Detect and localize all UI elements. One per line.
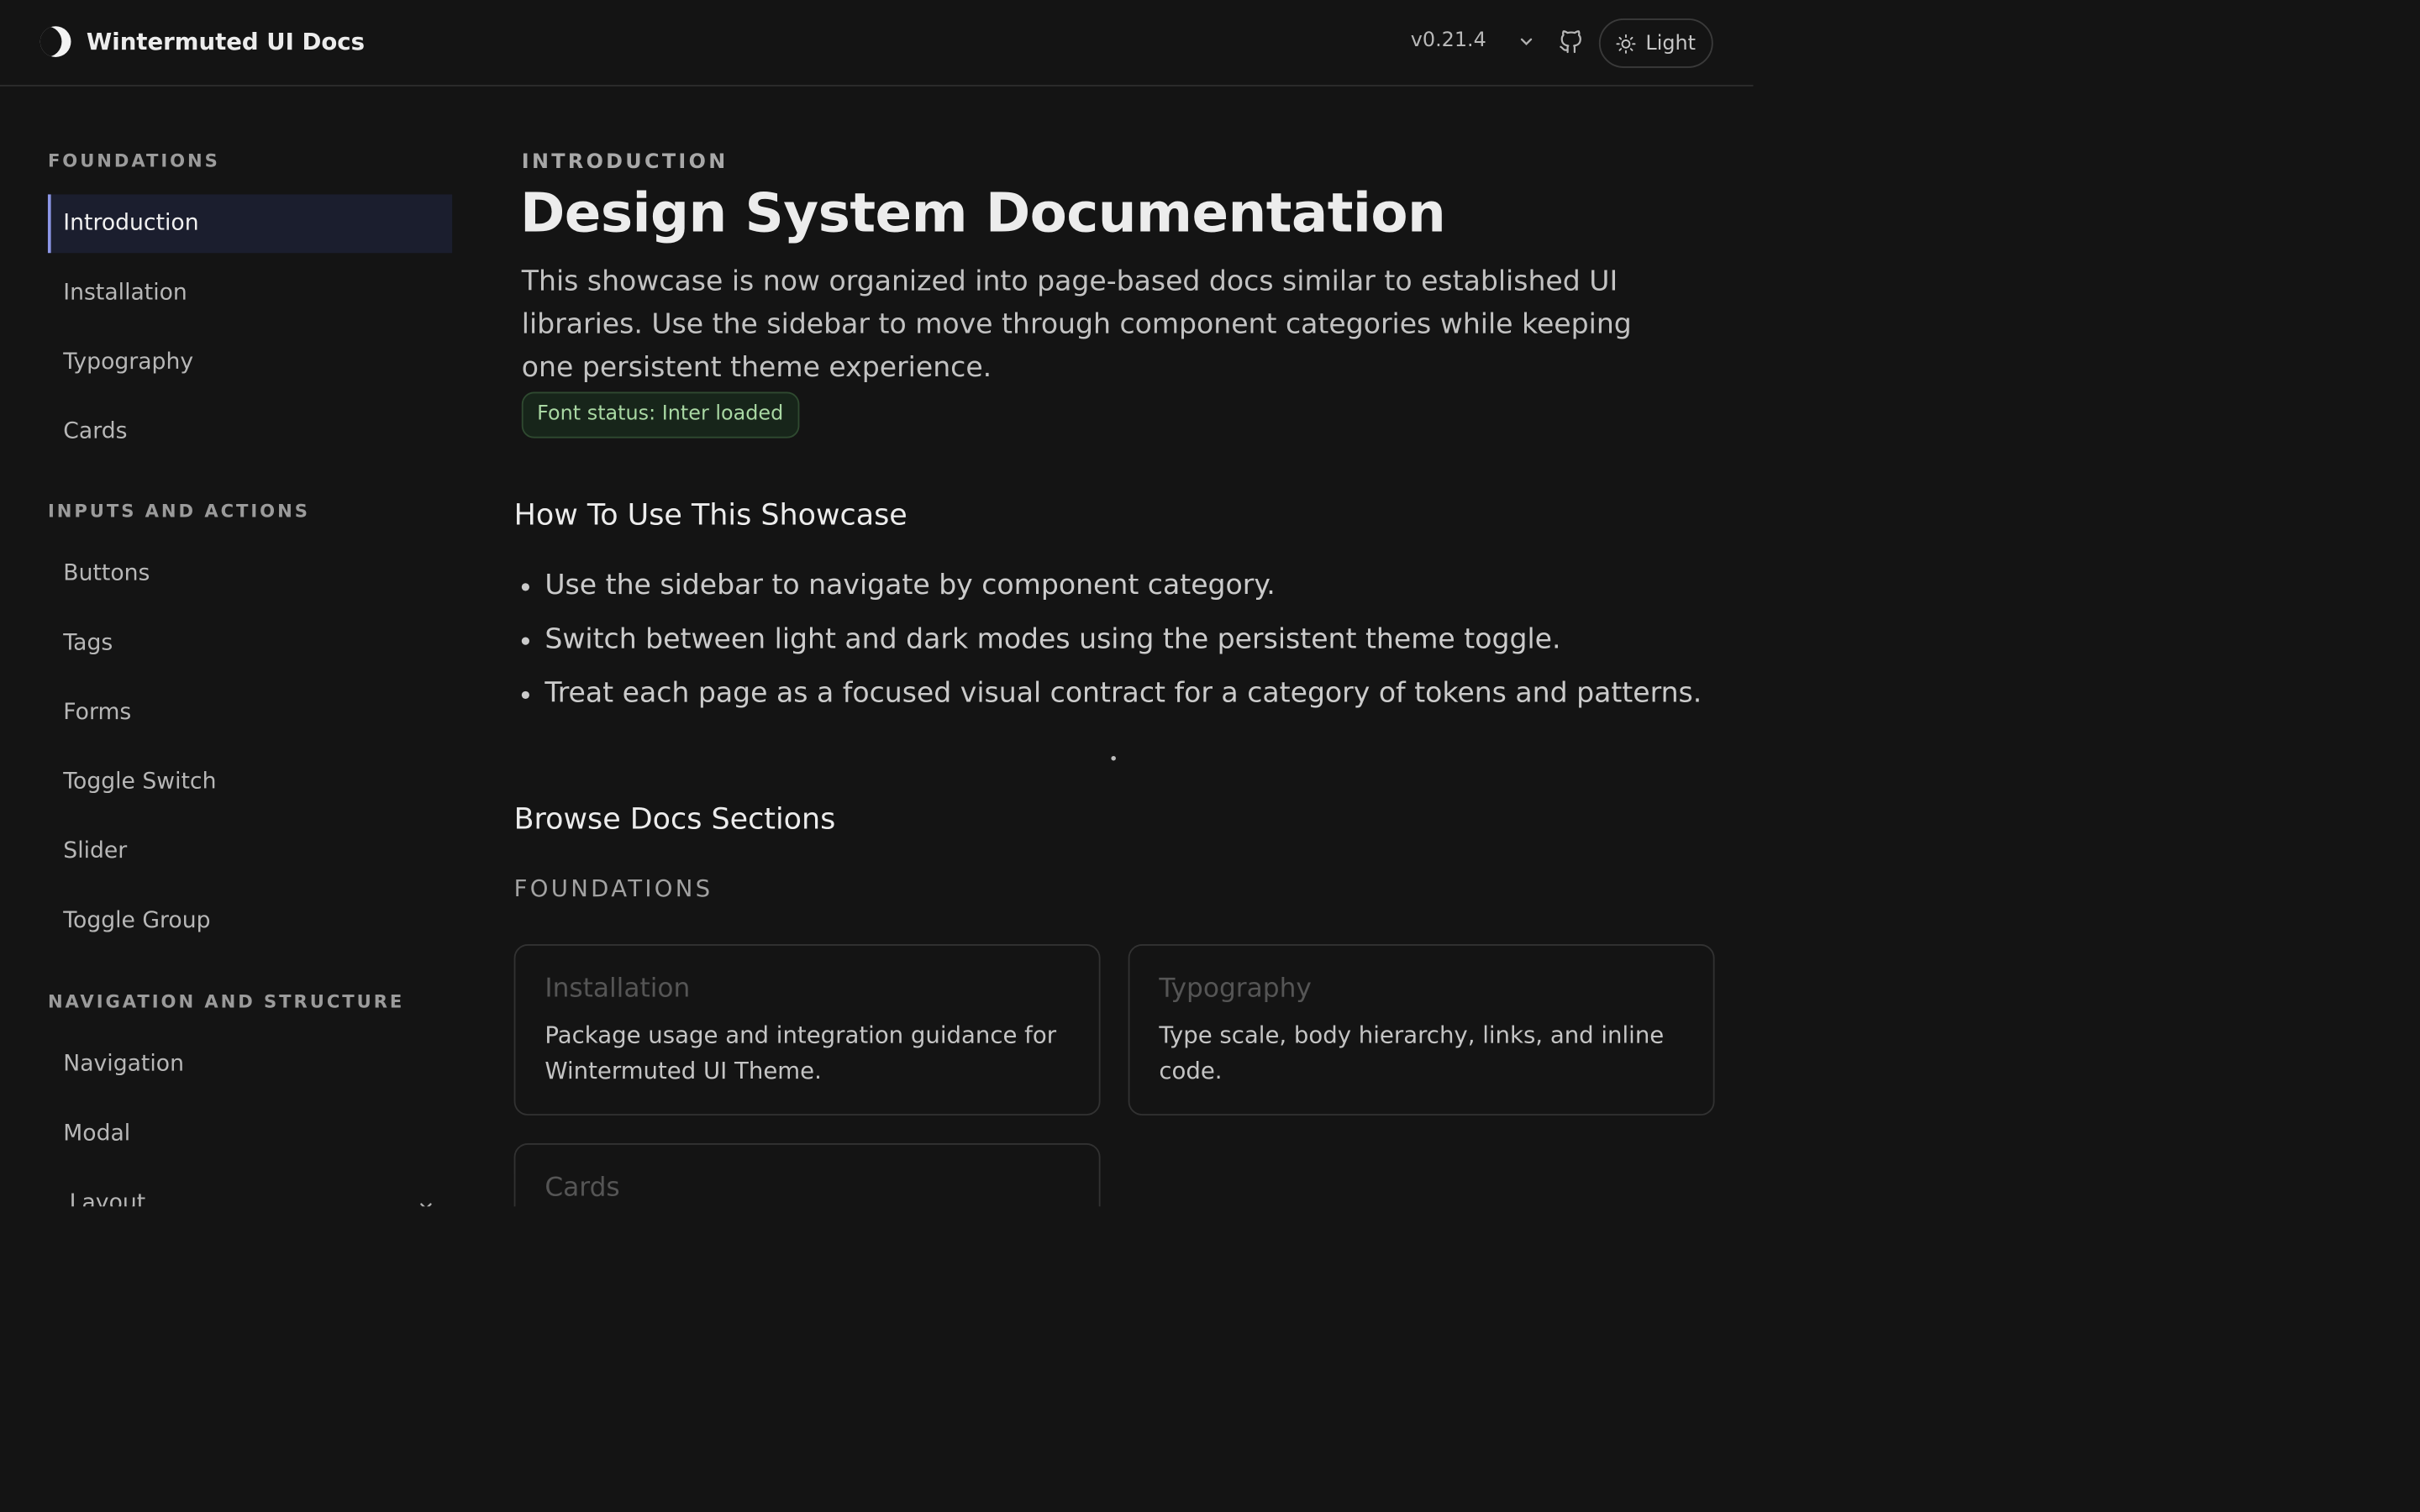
separator-dot <box>1111 755 1116 761</box>
list-item: Switch between light and dark modes usin… <box>514 620 1702 674</box>
card-description: Package usage and integration guidance f… <box>544 1021 1057 1085</box>
list-item: Treat each page as a focused visual cont… <box>514 675 1702 728</box>
moon-logo-icon <box>39 26 71 57</box>
theme-toggle-button[interactable]: Light <box>1598 18 1713 68</box>
card-title: Installation <box>544 973 691 1005</box>
main-content: INTRODUCTION Design System Documentation… <box>0 88 1753 1207</box>
app-frame: Wintermuted UI Docs v0.21.4 Light FOUNDA… <box>0 0 2420 1512</box>
card-title: Cards <box>544 1172 620 1204</box>
how-to-heading: How To Use This Showcase <box>513 498 908 533</box>
sun-icon <box>1616 33 1636 53</box>
browse-group-label: FOUNDATIONS <box>513 874 713 903</box>
top-header: Wintermuted UI Docs v0.21.4 Light <box>0 0 1754 87</box>
theme-toggle-label: Light <box>1645 31 1697 55</box>
page-lead: This showcase is now organized into page… <box>521 265 1632 385</box>
doc-card-cards[interactable]: Cards <box>513 1142 1101 1207</box>
app-title: Wintermuted UI Docs <box>86 28 365 56</box>
version-label[interactable]: v0.21.4 <box>1411 29 1486 53</box>
font-status-badge: Font status: Inter loaded <box>521 391 799 438</box>
how-to-list: Use the sidebar to navigate by component… <box>514 566 1702 728</box>
chevron-down-icon[interactable] <box>1516 31 1538 53</box>
brand-link[interactable]: Wintermuted UI Docs <box>39 26 365 57</box>
page-title: Design System Documentation <box>519 183 1446 246</box>
card-description: Type scale, body hierarchy, links, and i… <box>1159 1021 1665 1085</box>
doc-card-installation[interactable]: Installation Package usage and integrati… <box>513 944 1101 1116</box>
doc-card-typography[interactable]: Typography Type scale, body hierarchy, l… <box>1128 944 1715 1116</box>
browse-heading: Browse Docs Sections <box>513 802 836 837</box>
card-title: Typography <box>1159 973 1312 1005</box>
page-eyebrow: INTRODUCTION <box>521 150 729 175</box>
github-icon[interactable] <box>1557 28 1585 55</box>
list-item: Use the sidebar to navigate by component… <box>514 566 1702 620</box>
